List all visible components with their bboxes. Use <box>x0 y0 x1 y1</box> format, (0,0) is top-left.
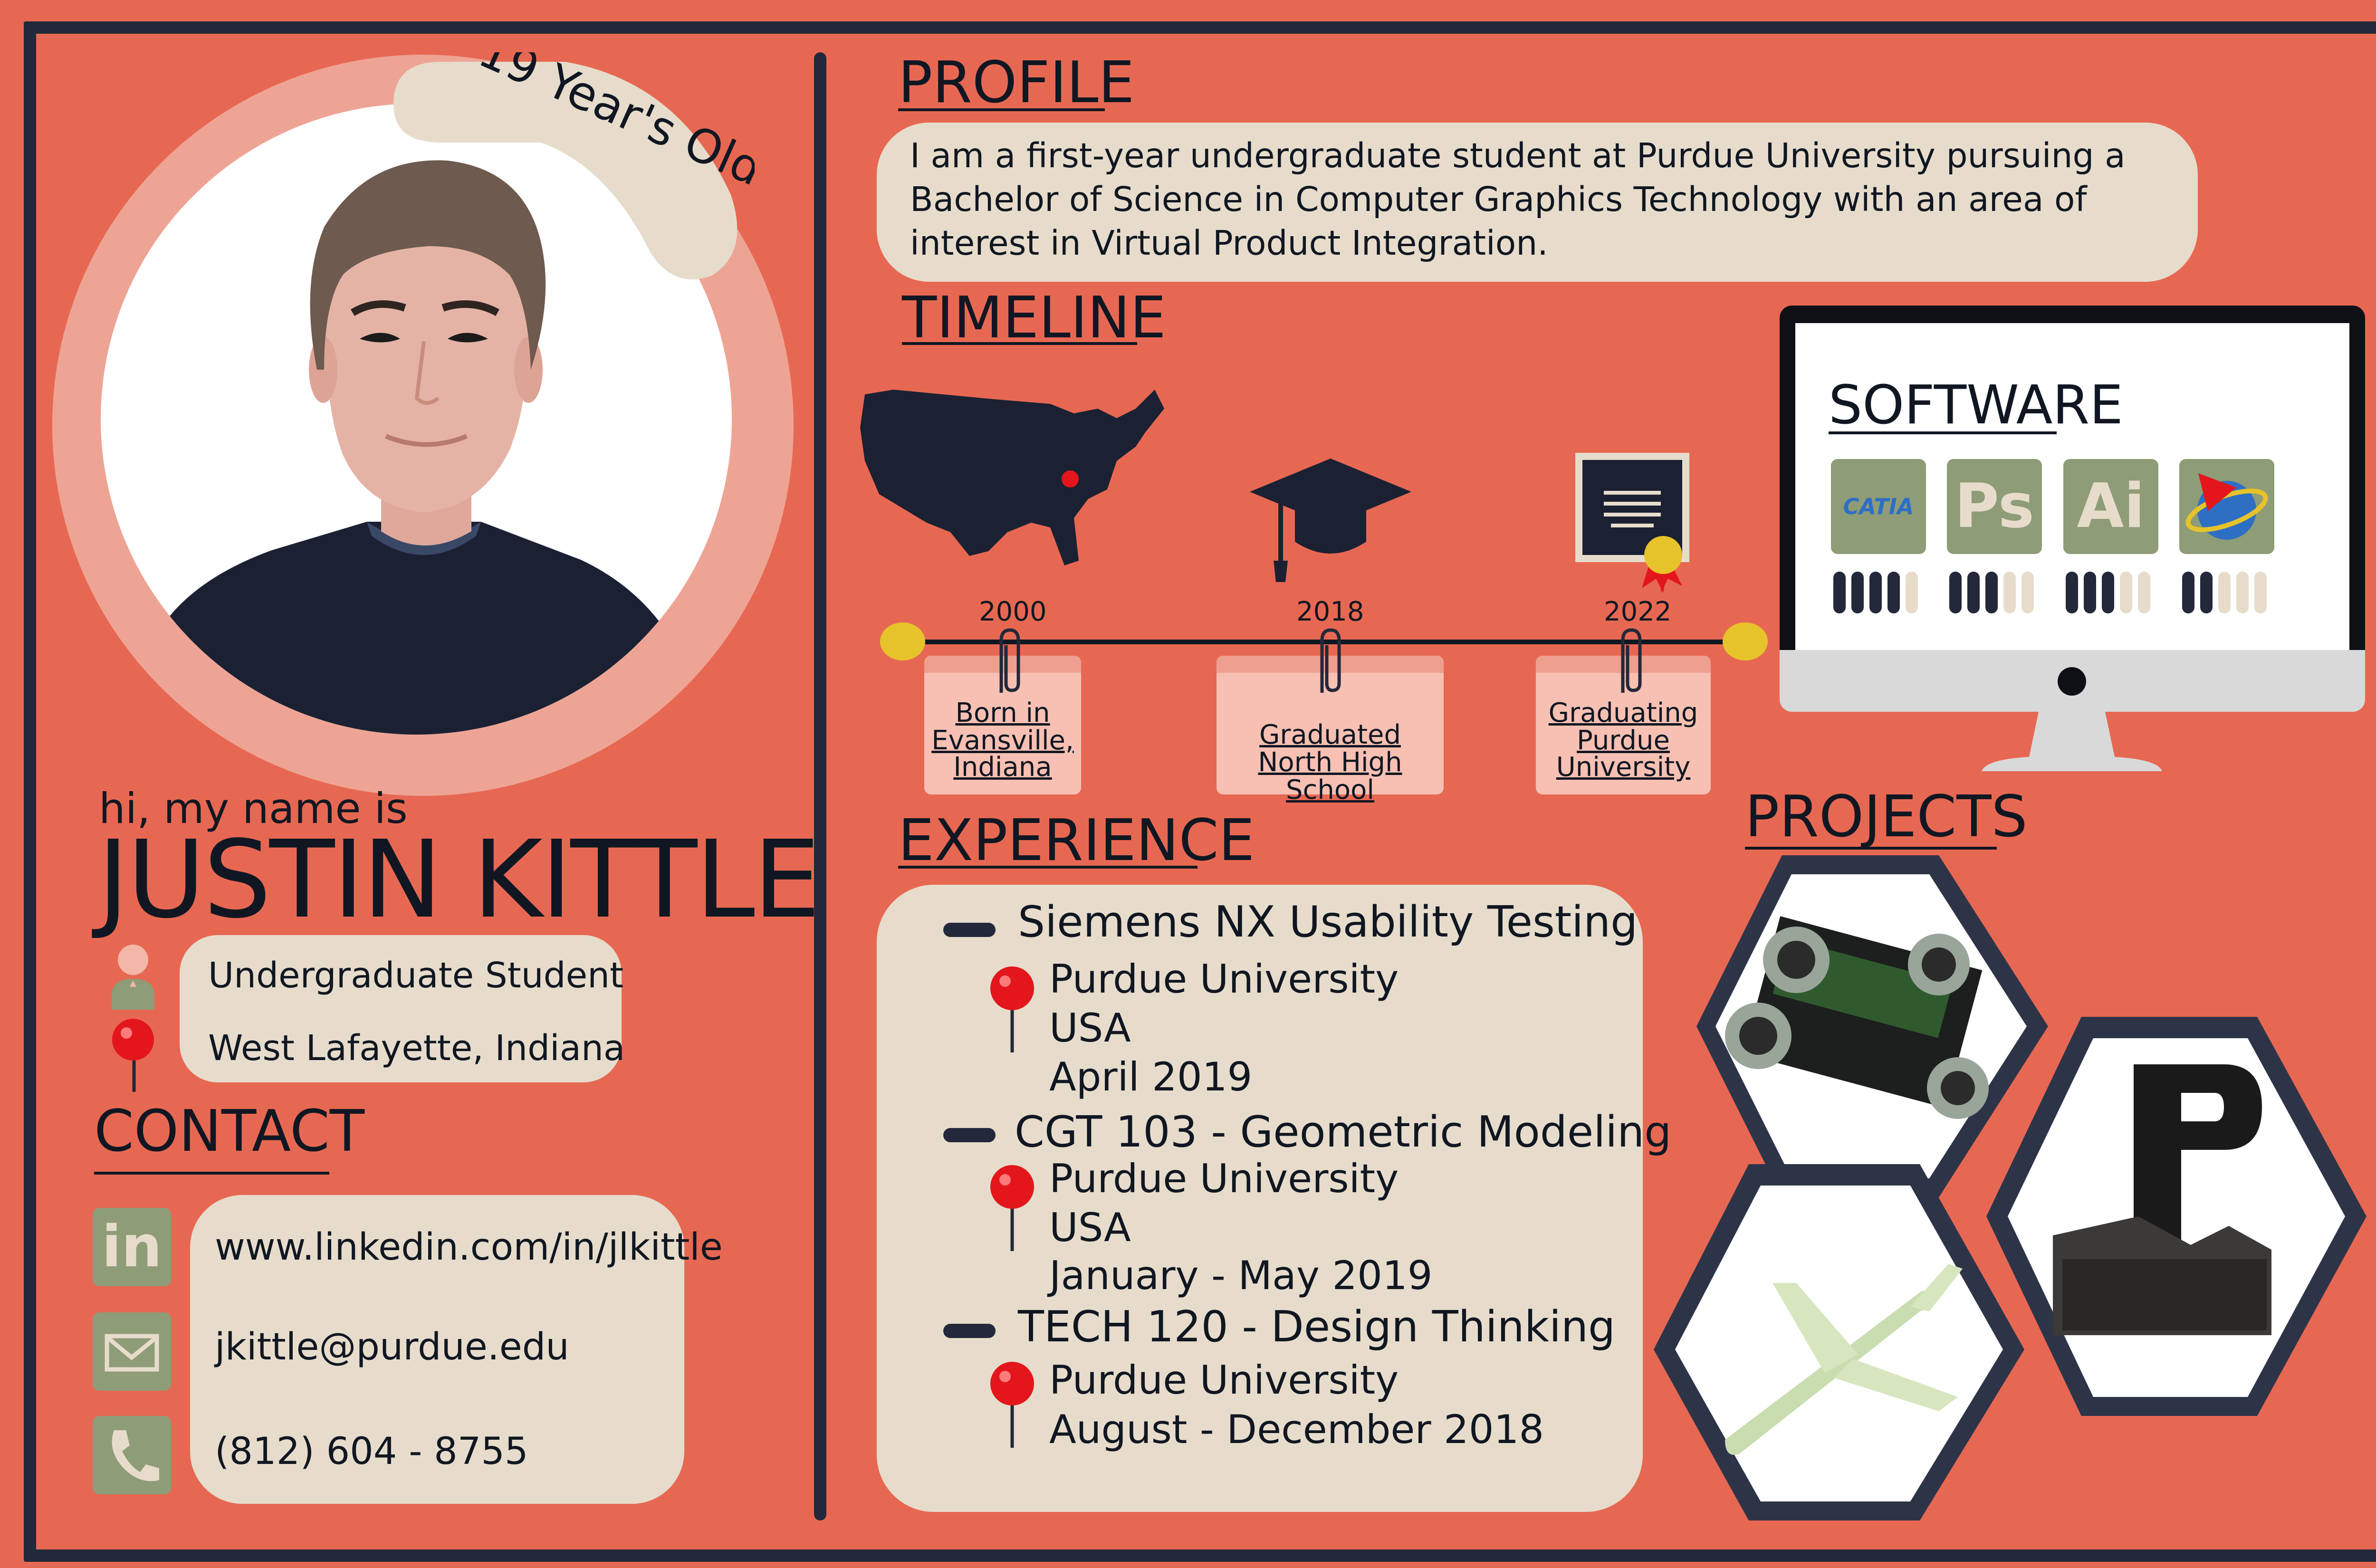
entry-bullet <box>943 923 996 937</box>
age-badge: 19 Year's Old <box>393 52 755 280</box>
siemens-nx-skill-bar <box>2182 572 2267 613</box>
experience-title: Siemens NX Usability Testing <box>1018 897 1638 947</box>
timeline-heading: TIMELINE <box>902 285 1166 351</box>
contact-heading: CONTACT <box>94 1099 365 1165</box>
airplane-render <box>1654 1164 2024 1520</box>
location-text: West Lafayette, Indiana <box>208 1028 625 1069</box>
timeline-start-dot <box>880 622 925 660</box>
timeline-year-2018: 2018 <box>1296 596 1364 627</box>
experience-heading: EXPERIENCE <box>898 808 1255 874</box>
timeline-year-2022: 2022 <box>1604 596 1672 627</box>
experience-country: USA <box>1049 1005 1131 1051</box>
location-pin-icon <box>112 1019 154 1092</box>
timeline-year-2000: 2000 <box>979 596 1047 627</box>
linkedin-link[interactable]: www.linkedin.com/in/jlkittle <box>215 1226 723 1269</box>
phone-text: (812) 604 - 8755 <box>215 1430 528 1473</box>
monitor-button <box>2058 667 2086 696</box>
experience-date: January - May 2019 <box>1049 1252 1433 1299</box>
illustrator-skill-bar <box>2066 572 2150 613</box>
usa-map-icon <box>860 390 1164 565</box>
experience-title: CGT 103 - Geometric Modeling <box>1015 1107 1672 1157</box>
siemens-nx-icon <box>2179 459 2274 554</box>
projects-underline <box>1745 847 1997 850</box>
catia-icon: CATIA <box>1831 459 1926 554</box>
timeline-end-dot <box>1723 622 1768 660</box>
diploma-certificate-icon <box>1575 453 1689 593</box>
phone-icon[interactable] <box>93 1416 171 1494</box>
experience-date: August - December 2018 <box>1049 1406 1544 1453</box>
experience-org: Purdue University <box>1049 956 1399 1002</box>
projects-heading: PROJECTS <box>1745 784 2028 850</box>
profile-text: I am a first-year undergraduate student … <box>910 136 2126 263</box>
person-icon <box>112 945 154 1010</box>
graduation-cap-icon <box>1250 459 1411 582</box>
location-pin-icon <box>990 1165 1034 1251</box>
robot-chassis-render <box>1696 855 2048 1197</box>
block-letter-p-render <box>1986 1017 2366 1416</box>
paperclip-icon <box>1621 628 1642 693</box>
photoshop-skill-bar <box>1949 572 2034 613</box>
timeline-underline <box>902 342 1137 345</box>
email-icon[interactable] <box>93 1312 171 1391</box>
contact-underline <box>94 1172 329 1175</box>
illustrator-icon: Ai <box>2063 459 2158 554</box>
monitor-stand <box>1982 712 2162 771</box>
experience-date: April 2019 <box>1049 1054 1253 1100</box>
software-heading: SOFTWARE <box>1829 374 2123 436</box>
entry-bullet <box>943 1324 996 1338</box>
role-text: Undergraduate Student <box>208 955 624 996</box>
catia-skill-bar <box>1833 572 1918 613</box>
column-divider <box>814 52 826 1520</box>
location-pin-icon <box>990 1362 1034 1448</box>
projects-gallery <box>1654 855 2366 1520</box>
profile-underline <box>898 108 1105 111</box>
paperclip-icon <box>1320 628 1341 693</box>
profile-heading: PROFILE <box>898 50 1135 116</box>
experience-country: USA <box>1049 1205 1131 1251</box>
email-link[interactable]: jkittle@purdue.edu <box>215 1326 569 1368</box>
paperclip-icon <box>999 628 1020 693</box>
location-pin-icon <box>990 966 1034 1052</box>
software-underline <box>1829 431 2057 434</box>
experience-org: Purdue University <box>1049 1357 1399 1403</box>
photoshop-icon: Ps <box>1947 459 2042 554</box>
linkedin-icon[interactable]: in <box>93 1208 171 1286</box>
full-name: JUSTIN KITTLE <box>97 818 821 942</box>
experience-underline <box>898 866 1198 869</box>
entry-bullet <box>943 1128 996 1142</box>
experience-org: Purdue University <box>1049 1156 1399 1202</box>
experience-title: TECH 120 - Design Thinking <box>1018 1302 1616 1352</box>
